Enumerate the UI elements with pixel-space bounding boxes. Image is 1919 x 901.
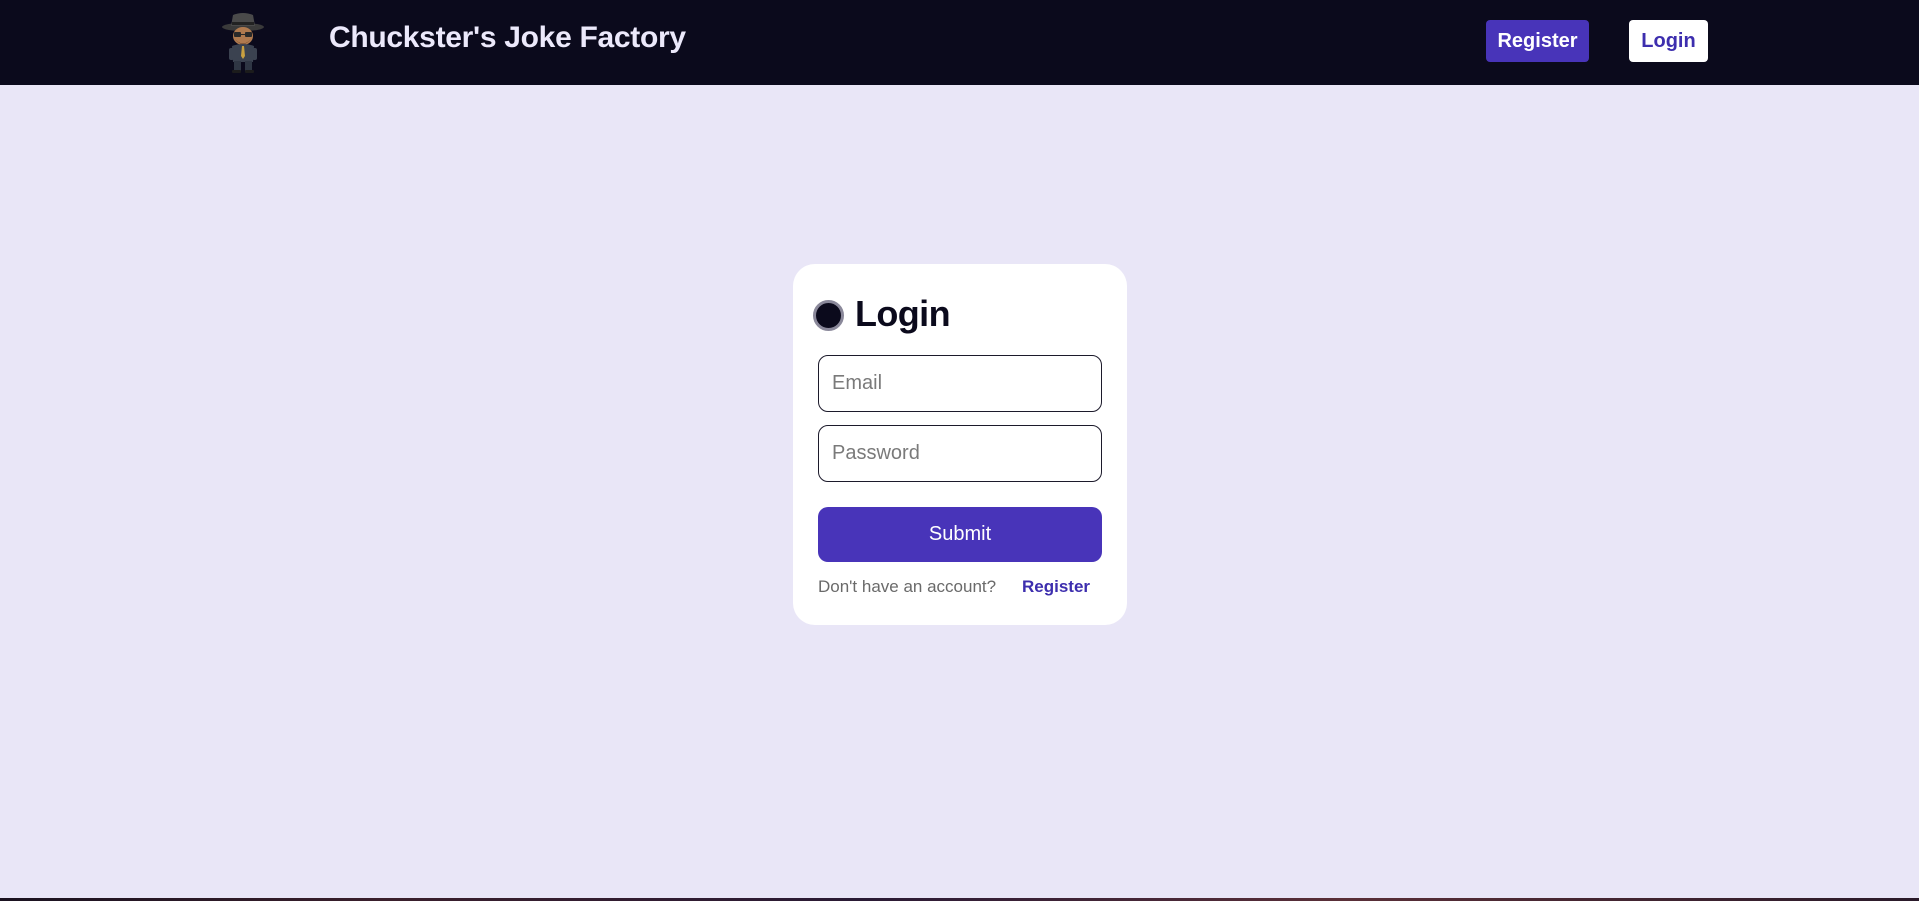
brand-title[interactable]: Chuckster's Joke Factory (329, 21, 686, 55)
login-nav-button[interactable]: Login (1629, 20, 1708, 62)
email-field[interactable] (818, 355, 1102, 412)
top-navbar: Chuckster's Joke Factory Register Login (0, 0, 1919, 85)
register-nav-button[interactable]: Register (1486, 20, 1589, 62)
submit-button[interactable]: Submit (818, 507, 1102, 562)
no-account-text: Don't have an account? (818, 577, 997, 596)
login-title: Login (855, 293, 951, 334)
status-dot-icon (813, 300, 844, 331)
login-card: Login Submit Don't have an account? Regi… (793, 264, 1127, 625)
register-link[interactable]: Register (1022, 577, 1090, 597)
password-field[interactable] (818, 425, 1102, 482)
detective-character-icon[interactable] (220, 10, 266, 74)
